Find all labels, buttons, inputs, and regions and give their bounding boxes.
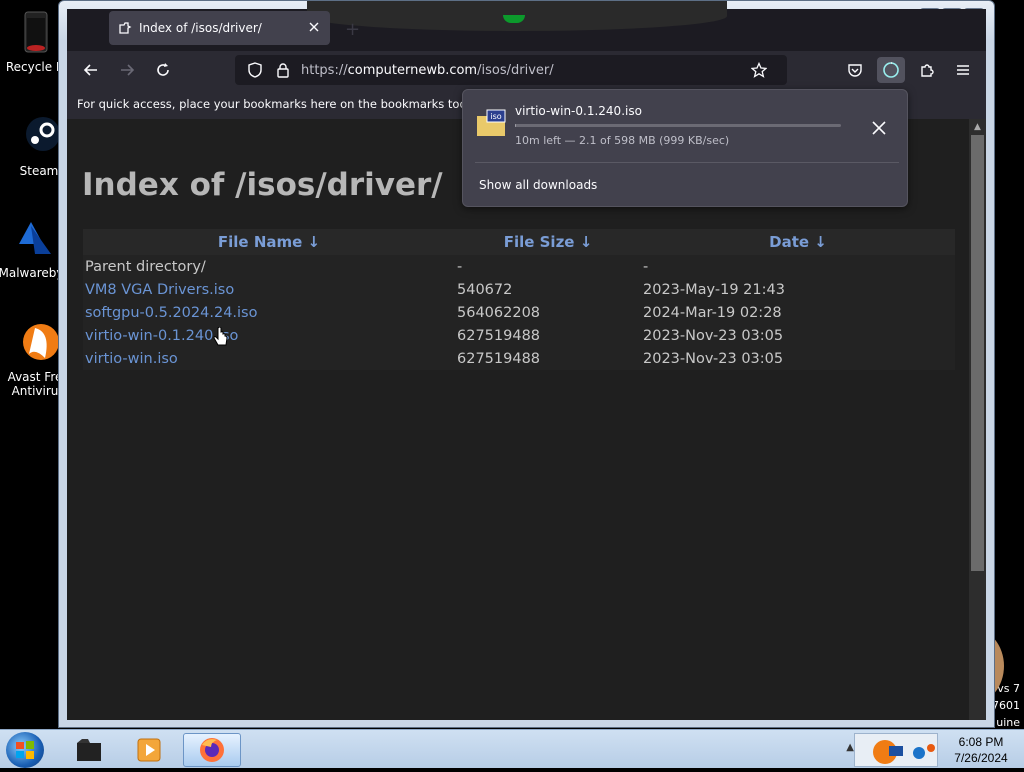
file-size-cell: 627519488 <box>455 324 641 347</box>
avast-icon <box>11 318 59 366</box>
arrow-right-icon <box>121 64 135 76</box>
steam-icon <box>15 112 63 160</box>
reload-button[interactable] <box>149 57 177 83</box>
scrollbar-thumb[interactable] <box>971 135 984 571</box>
file-date-cell: 2024-Mar-19 02:28 <box>641 301 955 324</box>
url-scheme: https:// <box>301 62 348 78</box>
close-icon <box>309 22 319 32</box>
file-size-cell: 564062208 <box>455 301 641 324</box>
column-header-file-size[interactable]: File Size ↓ <box>455 229 641 255</box>
close-tab-button[interactable] <box>306 20 322 36</box>
page-title: Index of /isos/driver/ <box>82 167 443 203</box>
folder-puzzle-icon <box>117 20 133 36</box>
show-all-downloads-button[interactable]: Show all downloads <box>479 178 597 192</box>
table-row: VM8 VGA Drivers.iso 540672 2023-May-19 2… <box>83 278 955 301</box>
desktop-icon-malwarebytes[interactable]: Malwareby <box>0 214 66 280</box>
pocket-button[interactable] <box>841 57 869 83</box>
system-clock[interactable]: 6:08 PM 7/26/2024 <box>938 730 1024 769</box>
file-name-link[interactable]: Parent directory/ <box>83 255 455 278</box>
url-host: computernewb.com <box>347 62 478 78</box>
tab-title: Index of /isos/driver/ <box>139 21 262 35</box>
notification-tray <box>854 733 938 767</box>
file-name-link[interactable]: virtio-win.iso <box>83 347 455 370</box>
column-header-date[interactable]: Date ↓ <box>641 229 955 255</box>
download-status: 10m left — 2.1 of 598 MB (999 KB/sec) <box>515 134 730 147</box>
extensions-button[interactable] <box>913 57 941 83</box>
file-size-cell: - <box>455 255 641 278</box>
folder-icon <box>77 739 101 761</box>
reload-icon <box>157 63 169 76</box>
hamburger-menu-icon <box>957 65 969 75</box>
download-progress-icon <box>883 62 899 78</box>
file-date-cell: 2023-May-19 21:43 <box>641 278 955 301</box>
url-text[interactable]: https://computernewb.com/isos/driver/ <box>301 63 749 78</box>
file-date-cell: 2023-Nov-23 03:05 <box>641 347 955 370</box>
column-header-file-name[interactable]: File Name ↓ <box>83 229 455 255</box>
desktop-icon-label: Malwareby <box>0 266 64 280</box>
browser-window: Index of /isos/driver/ + https://compute… <box>58 0 995 728</box>
file-date-cell: - <box>641 255 955 278</box>
recycle-bin-icon <box>11 8 59 56</box>
windows-logo-icon <box>16 741 34 759</box>
tracking-protection-shield-icon[interactable] <box>245 60 265 80</box>
bookmarks-toolbar-hint: For quick access, place your bookmarks h… <box>77 97 492 111</box>
hand-cursor-icon <box>213 326 229 349</box>
taskbar-firefox[interactable] <box>183 733 241 767</box>
navigation-toolbar: https://computernewb.com/isos/driver/ <box>67 51 986 89</box>
table-row: Parent directory/ - - <box>83 255 955 278</box>
clock-time: 6:08 PM <box>958 735 1004 749</box>
file-name-link[interactable]: softgpu-0.5.2024.24.iso <box>83 301 455 324</box>
file-size-cell: 627519488 <box>455 347 641 370</box>
file-date-cell: 2023-Nov-23 03:05 <box>641 324 955 347</box>
iso-file-icon: iso <box>475 108 507 140</box>
firefox-frame: Index of /isos/driver/ + https://compute… <box>67 1 986 720</box>
tray-icons <box>873 740 935 764</box>
close-icon <box>872 121 886 135</box>
puzzle-piece-icon <box>921 64 934 77</box>
svg-text:iso: iso <box>490 112 501 121</box>
forward-button[interactable] <box>113 57 141 83</box>
panel-divider <box>475 162 899 163</box>
bookmark-star-icon[interactable] <box>749 60 769 80</box>
vertical-scrollbar[interactable]: ▲ <box>969 119 986 720</box>
url-bar[interactable]: https://computernewb.com/isos/driver/ <box>235 55 787 85</box>
downloads-panel: iso virtio-win-0.1.240.iso 10m left — 2.… <box>462 89 908 207</box>
firefox-icon <box>200 738 224 762</box>
download-progress-bar <box>515 124 841 127</box>
url-path: /isos/driver/ <box>477 62 554 78</box>
cancel-download-button[interactable] <box>869 118 889 138</box>
file-name-link[interactable]: VM8 VGA Drivers.iso <box>83 278 455 301</box>
new-tab-button[interactable]: + <box>345 19 360 40</box>
taskbar-media-player[interactable] <box>120 733 178 767</box>
download-file-name[interactable]: virtio-win-0.1.240.iso <box>515 104 642 118</box>
table-header-row: File Name ↓ File Size ↓ Date ↓ <box>83 229 955 255</box>
arrow-left-icon <box>83 64 97 76</box>
taskbar-file-explorer[interactable] <box>60 733 118 767</box>
media-player-icon <box>137 738 161 762</box>
start-button[interactable] <box>6 732 44 768</box>
wallpaper-decoration <box>307 1 727 31</box>
downloads-button[interactable] <box>877 57 905 83</box>
show-hidden-icons-button[interactable]: ▲ <box>846 742 854 753</box>
app-menu-button[interactable] <box>949 57 977 83</box>
pocket-icon <box>848 64 862 77</box>
clock-date: 7/26/2024 <box>954 751 1008 765</box>
table-row: virtio-win.iso 627519488 2023-Nov-23 03:… <box>83 347 955 370</box>
taskbar: ▲ 6:08 PM 7/26/2024 <box>0 729 1024 768</box>
table-row: softgpu-0.5.2024.24.iso 564062208 2024-M… <box>83 301 955 324</box>
lock-icon[interactable] <box>273 60 293 80</box>
malwarebytes-icon <box>7 214 55 262</box>
file-size-cell: 540672 <box>455 278 641 301</box>
tab-index-of-isos-driver[interactable]: Index of /isos/driver/ <box>109 11 330 45</box>
back-button[interactable] <box>77 57 105 83</box>
download-progress-fill <box>515 124 517 127</box>
page-content: Index of /isos/driver/ File Name ↓ File … <box>67 119 986 720</box>
file-name-link[interactable]: virtio-win-0.1.240.iso <box>83 324 455 347</box>
tab-strip: Index of /isos/driver/ + <box>67 1 986 51</box>
scroll-up-arrow-icon[interactable]: ▲ <box>969 119 986 135</box>
